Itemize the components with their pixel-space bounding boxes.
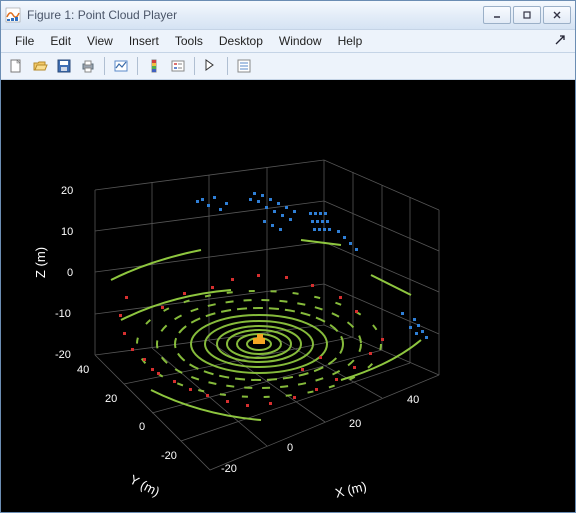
new-figure-icon[interactable] xyxy=(5,55,27,77)
maximize-button[interactable] xyxy=(513,6,541,24)
z-tick: -10 xyxy=(55,308,71,320)
insert-colorbar-icon[interactable] xyxy=(143,55,165,77)
menu-insert[interactable]: Insert xyxy=(121,32,167,50)
menu-desktop[interactable]: Desktop xyxy=(211,32,271,50)
z-tick: 10 xyxy=(61,226,73,238)
z-axis-label: Z (m) xyxy=(33,247,48,278)
toolbar-separator xyxy=(227,57,228,75)
figure-window: Figure 1: Point Cloud Player File Edit V… xyxy=(0,0,576,513)
save-icon[interactable] xyxy=(53,55,75,77)
link-plot-icon[interactable] xyxy=(110,55,132,77)
close-button[interactable] xyxy=(543,6,571,24)
property-inspector-icon[interactable] xyxy=(233,55,255,77)
x-tick: -20 xyxy=(221,463,237,475)
menu-view[interactable]: View xyxy=(79,32,121,50)
toolbar xyxy=(1,53,575,80)
insert-legend-icon[interactable] xyxy=(167,55,189,77)
z-tick: 0 xyxy=(67,267,73,279)
open-icon[interactable] xyxy=(29,55,51,77)
z-tick: -20 xyxy=(55,349,71,361)
y-tick: 40 xyxy=(77,364,89,376)
window-controls xyxy=(483,6,571,24)
menu-file[interactable]: File xyxy=(7,32,42,50)
menu-window[interactable]: Window xyxy=(271,32,330,50)
app-icon xyxy=(5,7,21,23)
menu-tools[interactable]: Tools xyxy=(167,32,211,50)
axes-3d[interactable]: Z (m) Y (m) X (m) 20 10 0 -10 -20 40 20 … xyxy=(1,80,575,512)
y-tick: 0 xyxy=(139,421,145,433)
y-tick: 20 xyxy=(105,393,117,405)
minimize-button[interactable] xyxy=(483,6,511,24)
print-icon[interactable] xyxy=(77,55,99,77)
x-tick: 20 xyxy=(349,418,361,430)
menubar: File Edit View Insert Tools Desktop Wind… xyxy=(1,30,575,53)
z-tick: 20 xyxy=(61,185,73,197)
ego-marker xyxy=(253,334,265,344)
menu-edit[interactable]: Edit xyxy=(42,32,79,50)
toolbar-separator xyxy=(194,57,195,75)
titlebar: Figure 1: Point Cloud Player xyxy=(1,1,575,30)
x-tick: 40 xyxy=(407,394,419,406)
x-tick: 0 xyxy=(287,442,293,454)
menu-help[interactable]: Help xyxy=(330,32,371,50)
toolbar-separator xyxy=(104,57,105,75)
toolbar-separator xyxy=(137,57,138,75)
edit-plot-icon[interactable] xyxy=(200,55,222,77)
undock-icon[interactable] xyxy=(551,32,569,50)
y-tick: -20 xyxy=(161,450,177,462)
window-title: Figure 1: Point Cloud Player xyxy=(27,8,483,22)
